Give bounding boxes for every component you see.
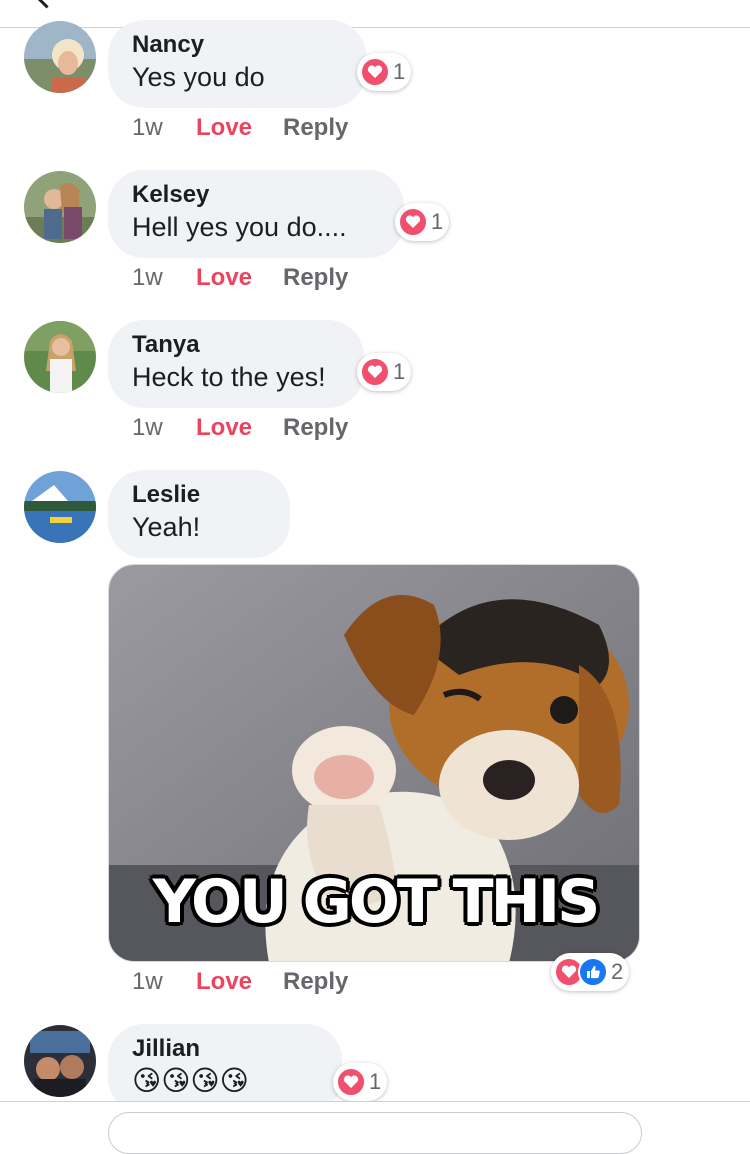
comment-bubble: Kelsey Hell yes you do.... — [108, 170, 404, 258]
comment-photo[interactable]: YOU GOT THIS — [108, 564, 640, 962]
timestamp[interactable]: 1w — [132, 414, 196, 442]
reaction-badge[interactable]: 1 — [395, 203, 450, 241]
reply-button[interactable]: Reply — [283, 264, 348, 292]
avatar[interactable] — [24, 171, 96, 243]
reply-button[interactable]: Reply — [283, 114, 348, 142]
reaction-count: 1 — [393, 59, 406, 84]
commenter-name[interactable]: Kelsey — [132, 180, 380, 210]
timestamp[interactable]: 1w — [132, 114, 196, 142]
reaction-badge[interactable]: 2 — [551, 953, 630, 991]
top-bar — [0, 0, 750, 28]
comment-bubble: Leslie Yeah! — [108, 470, 290, 558]
comment-composer-bar — [0, 1101, 750, 1154]
heart-icon — [398, 207, 428, 237]
love-button[interactable]: Love — [196, 414, 283, 442]
comment-text: Yes you do — [132, 62, 265, 92]
avatar[interactable] — [24, 21, 96, 93]
heart-icon — [336, 1067, 366, 1097]
commenter-name[interactable]: Jillian — [132, 1034, 318, 1064]
timestamp[interactable]: 1w — [132, 264, 196, 292]
timestamp[interactable]: 1w — [132, 968, 196, 996]
avatar[interactable] — [24, 471, 96, 543]
comment-text: Yeah! — [132, 512, 201, 542]
reaction-badge[interactable]: 1 — [357, 353, 412, 391]
heart-icon — [360, 357, 390, 387]
reaction-count: 1 — [369, 1069, 382, 1094]
comment-text: Heck to the yes! — [132, 362, 326, 392]
comment-text: 😘😘😘😘 — [132, 1065, 249, 1096]
commenter-name[interactable]: Leslie — [132, 480, 266, 510]
comment-bubble: Nancy Yes you do — [108, 20, 366, 108]
heart-icon — [360, 57, 390, 87]
avatar[interactable] — [24, 1025, 96, 1097]
back-arrow-icon[interactable] — [34, 0, 59, 9]
comment-actions: 1w Love Reply — [132, 264, 348, 292]
love-button[interactable]: Love — [196, 968, 283, 996]
love-button[interactable]: Love — [196, 114, 283, 142]
reaction-count: 2 — [611, 959, 624, 984]
comment-input[interactable] — [108, 1112, 642, 1154]
avatar[interactable] — [24, 321, 96, 393]
reaction-count: 1 — [393, 359, 406, 384]
comment-actions: 1w Love Reply — [132, 968, 348, 996]
reply-button[interactable]: Reply — [283, 414, 348, 442]
reaction-badge[interactable]: 1 — [333, 1063, 388, 1101]
comment-text: Hell yes you do.... — [132, 212, 347, 242]
thumbs-up-icon — [578, 957, 608, 987]
commenter-name[interactable]: Tanya — [132, 330, 340, 360]
reaction-count: 1 — [431, 209, 444, 234]
reply-button[interactable]: Reply — [283, 968, 348, 996]
comment-actions: 1w Love Reply — [132, 414, 348, 442]
comment-actions: 1w Love Reply — [132, 114, 348, 142]
commenter-name[interactable]: Nancy — [132, 30, 342, 60]
love-button[interactable]: Love — [196, 264, 283, 292]
reaction-badge[interactable]: 1 — [357, 53, 412, 91]
comment-bubble: Tanya Heck to the yes! — [108, 320, 364, 408]
image-caption: YOU GOT THIS — [152, 867, 601, 937]
